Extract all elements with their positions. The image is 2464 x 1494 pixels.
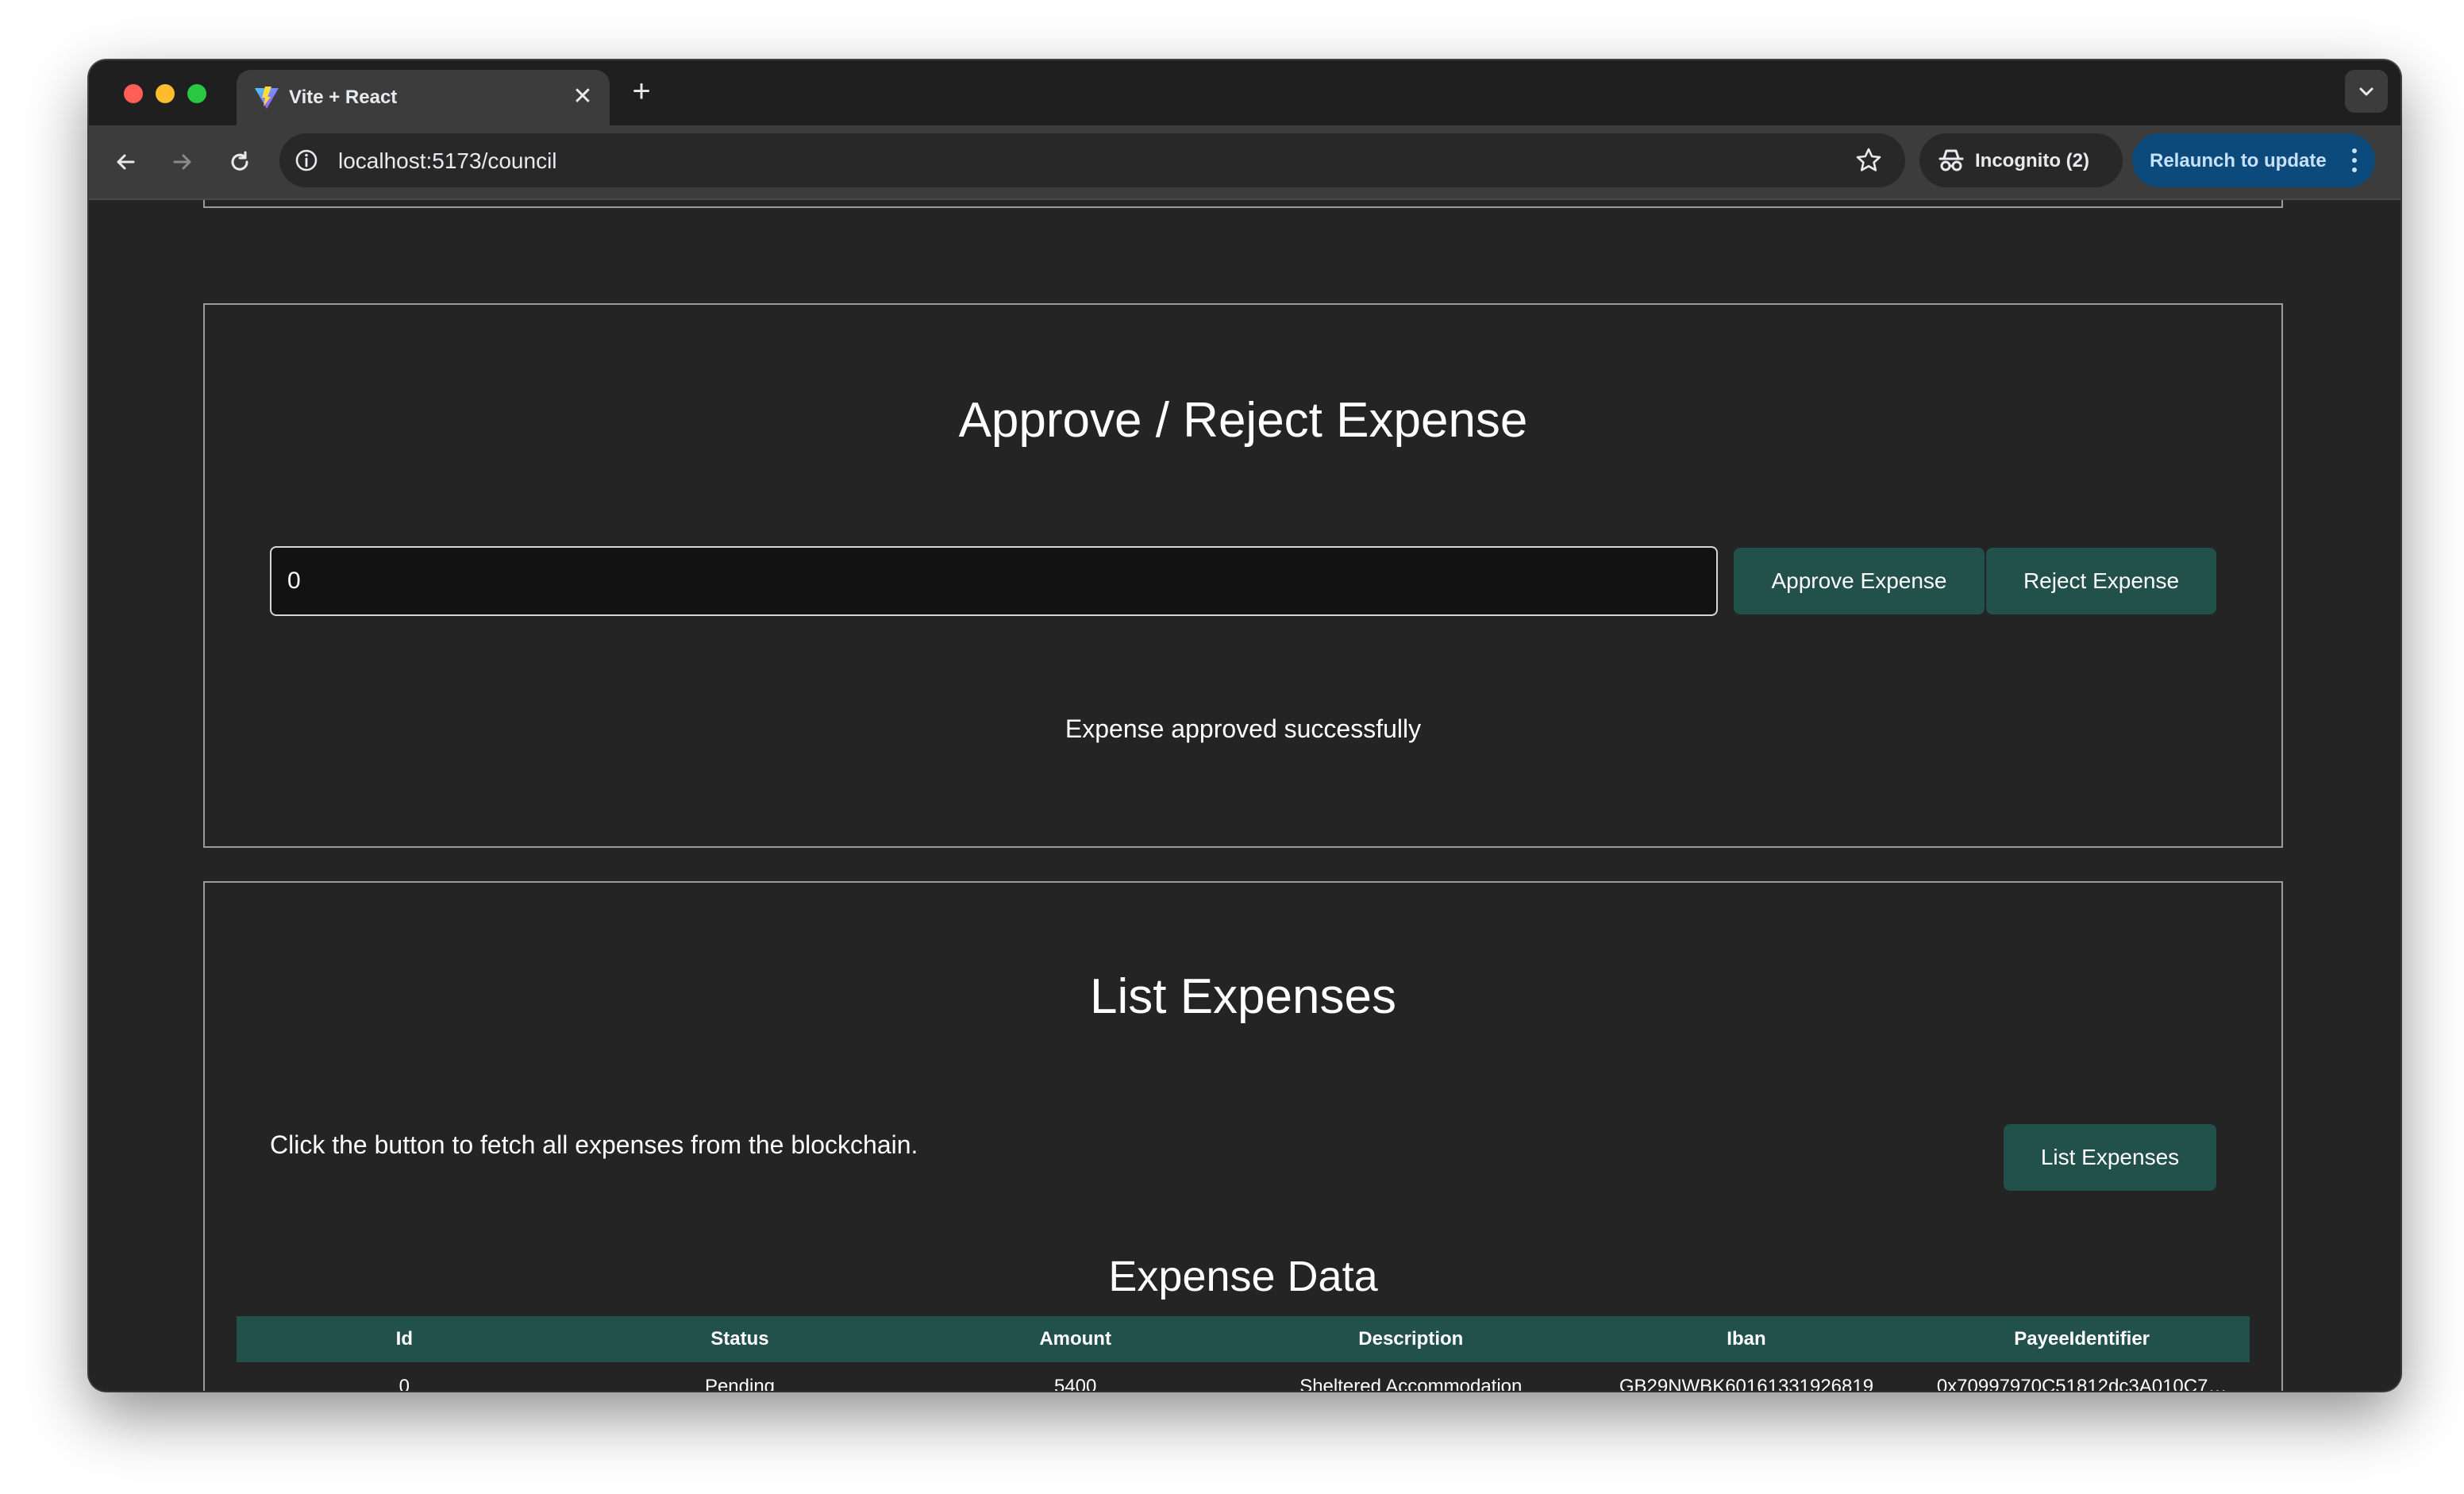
bookmark-star-icon[interactable]: [1854, 146, 1883, 175]
reject-expense-button[interactable]: Reject Expense: [1986, 548, 2216, 614]
tab-search-button[interactable]: [2345, 70, 2388, 113]
maximize-window-button[interactable]: [187, 84, 206, 103]
tab-title: Vite + React: [289, 87, 398, 108]
cell-amount: 5400: [1053, 1376, 1097, 1391]
cell-status: Pending: [704, 1376, 776, 1391]
cell-iban: GB29NWBK60161331926819: [1619, 1376, 1874, 1391]
reload-icon: [231, 151, 248, 171]
expense-id-input[interactable]: [270, 546, 1718, 616]
new-tab-button[interactable]: +: [624, 75, 659, 110]
close-window-button[interactable]: [124, 84, 143, 103]
expense-table: Id Status Amount Description Iban PayeeI…: [237, 1316, 2250, 1391]
expense-data-title: Expense Data: [1108, 1253, 1378, 1300]
approve-reject-title: Approve / Reject Expense: [958, 393, 1528, 448]
forward-arrow-icon: [173, 154, 191, 170]
column-header-id: Id: [237, 1316, 572, 1362]
tab-vite-react[interactable]: Vite + React ✕: [237, 70, 610, 125]
close-tab-icon[interactable]: ✕: [570, 84, 595, 110]
vite-logo-icon: [255, 87, 279, 109]
table-row: 0 Pending 5400 Sheltered Accommodation G…: [237, 1362, 2250, 1391]
browser-window: Vite + React ✕ + localhost:5173/council …: [89, 60, 2400, 1391]
reload-button[interactable]: [222, 144, 257, 179]
column-header-description: Description: [1242, 1316, 1579, 1362]
tab-strip: Vite + React ✕ +: [89, 60, 2400, 125]
previous-section-card: [203, 200, 2283, 208]
approve-reject-card: Approve / Reject Expense Approve Expense…: [203, 303, 2283, 848]
site-info-icon[interactable]: [294, 148, 319, 173]
list-expenses-title: List Expenses: [1090, 969, 1396, 1024]
column-header-amount: Amount: [907, 1316, 1243, 1362]
chevron-down-icon: [2359, 87, 2374, 96]
list-expenses-card: List Expenses Click the button to fetch …: [203, 881, 2283, 1391]
incognito-indicator[interactable]: Incognito (2): [1919, 133, 2123, 187]
cell-id: 0: [398, 1376, 410, 1391]
forward-button[interactable]: [165, 144, 200, 179]
url-text[interactable]: localhost:5173/council: [338, 148, 557, 174]
incognito-icon: [1938, 149, 1964, 171]
list-expenses-button[interactable]: List Expenses: [2004, 1124, 2216, 1191]
page-viewport: Approve / Reject Expense Approve Expense…: [89, 200, 2400, 1391]
browser-toolbar: localhost:5173/council Incognito (2) Rel…: [89, 125, 2400, 200]
column-header-iban: Iban: [1578, 1316, 1915, 1362]
column-header-status: Status: [572, 1316, 908, 1362]
back-arrow-icon: [117, 154, 135, 170]
minimize-window-button[interactable]: [156, 84, 175, 103]
relaunch-label: Relaunch to update: [2150, 150, 2327, 171]
approve-expense-button[interactable]: Approve Expense: [1734, 548, 1985, 614]
relaunch-to-update-button[interactable]: Relaunch to update: [2132, 133, 2375, 187]
cell-payee-identifier: 0x70997970C51812dc3A010C7…: [1936, 1376, 2227, 1391]
column-header-payee-identifier: PayeeIdentifier: [1914, 1316, 2250, 1362]
incognito-label: Incognito (2): [1975, 150, 2089, 171]
more-menu-icon[interactable]: [2351, 146, 2358, 175]
helper-text: Click the button to fetch all expenses f…: [270, 1130, 918, 1159]
back-button[interactable]: [108, 144, 143, 179]
status-message: Expense approved successfully: [1065, 714, 1422, 743]
cell-description: Sheltered Accommodation: [1299, 1376, 1523, 1391]
table-header-row: Id Status Amount Description Iban PayeeI…: [237, 1316, 2250, 1362]
address-bar[interactable]: localhost:5173/council: [279, 133, 1905, 187]
